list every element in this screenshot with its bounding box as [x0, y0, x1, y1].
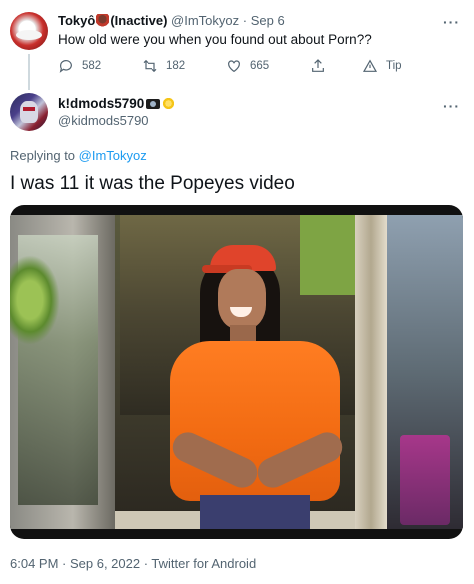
tweet-media-video[interactable] — [10, 205, 463, 539]
more-dots-icon[interactable]: ··· — [443, 14, 460, 30]
thread-line — [28, 54, 30, 90]
replying-to: Replying to @ImTokyoz — [10, 148, 147, 163]
like-count: 665 — [250, 60, 270, 72]
parent-inactive-label: (Inactive) — [110, 13, 168, 28]
replying-to-handle-link[interactable]: @ImTokyoz — [79, 148, 147, 163]
reply-tweet-text: I was 11 it was the Popeyes video — [10, 173, 295, 194]
drink-sign — [400, 435, 450, 525]
tip-label: Tip — [386, 60, 402, 72]
like-button[interactable]: 665 — [226, 58, 269, 74]
reply-display-name[interactable]: k!dmods5790 — [58, 96, 144, 111]
parent-tweet[interactable]: Tokyô (Inactive) @ImTokyoz · Sep 6 ··· Ho… — [0, 0, 474, 90]
more-dots-icon[interactable]: ··· — [443, 98, 460, 114]
reply-tweet-header: k!dmods5790 @kidmods5790 ··· — [0, 90, 474, 140]
person — [160, 245, 350, 529]
heart-icon — [228, 60, 240, 73]
emoji-icon — [96, 14, 110, 27]
share-button[interactable] — [310, 58, 326, 74]
retweet-button[interactable]: 182 — [142, 58, 185, 74]
retweet-count: 182 — [166, 60, 186, 72]
separator-dot: · — [242, 13, 248, 28]
parent-header: Tokyô (Inactive) @ImTokyoz · Sep 6 — [58, 13, 285, 28]
parent-tweet-text: How old were you when you found out abou… — [58, 32, 372, 47]
window-frame-right — [355, 215, 387, 529]
tip-icon — [362, 59, 378, 72]
camera-emoji-icon — [146, 99, 161, 109]
reply-avatar[interactable] — [10, 93, 48, 131]
reply-handle[interactable]: @kidmods5790 — [58, 113, 149, 128]
speech-bubble-icon — [59, 60, 72, 73]
sparkle-emoji-icon — [162, 97, 176, 110]
retweet-icon — [143, 59, 157, 73]
reply-button[interactable]: 582 — [58, 58, 101, 74]
video-frame — [10, 215, 463, 529]
parent-date[interactable]: Sep 6 — [251, 13, 285, 28]
parent-display-name[interactable]: Tokyô — [58, 13, 95, 28]
reply-display-name-row[interactable]: k!dmods5790 — [58, 96, 176, 111]
face — [218, 269, 266, 329]
tip-button[interactable]: Tip — [362, 58, 402, 74]
parent-handle[interactable]: @ImTokyoz — [171, 13, 239, 28]
reply-count: 582 — [82, 60, 102, 72]
replying-prefix: Replying to — [10, 148, 76, 163]
cap — [202, 245, 276, 273]
tweet-timestamp[interactable]: 6:04 PM · Sep 6, 2022 · Twitter for Andr… — [10, 556, 256, 571]
plant — [10, 255, 60, 345]
parent-avatar[interactable] — [10, 12, 48, 50]
jeans — [200, 495, 310, 529]
share-icon — [312, 59, 324, 72]
parent-action-bar: 582 182 665 Tip — [58, 58, 402, 76]
